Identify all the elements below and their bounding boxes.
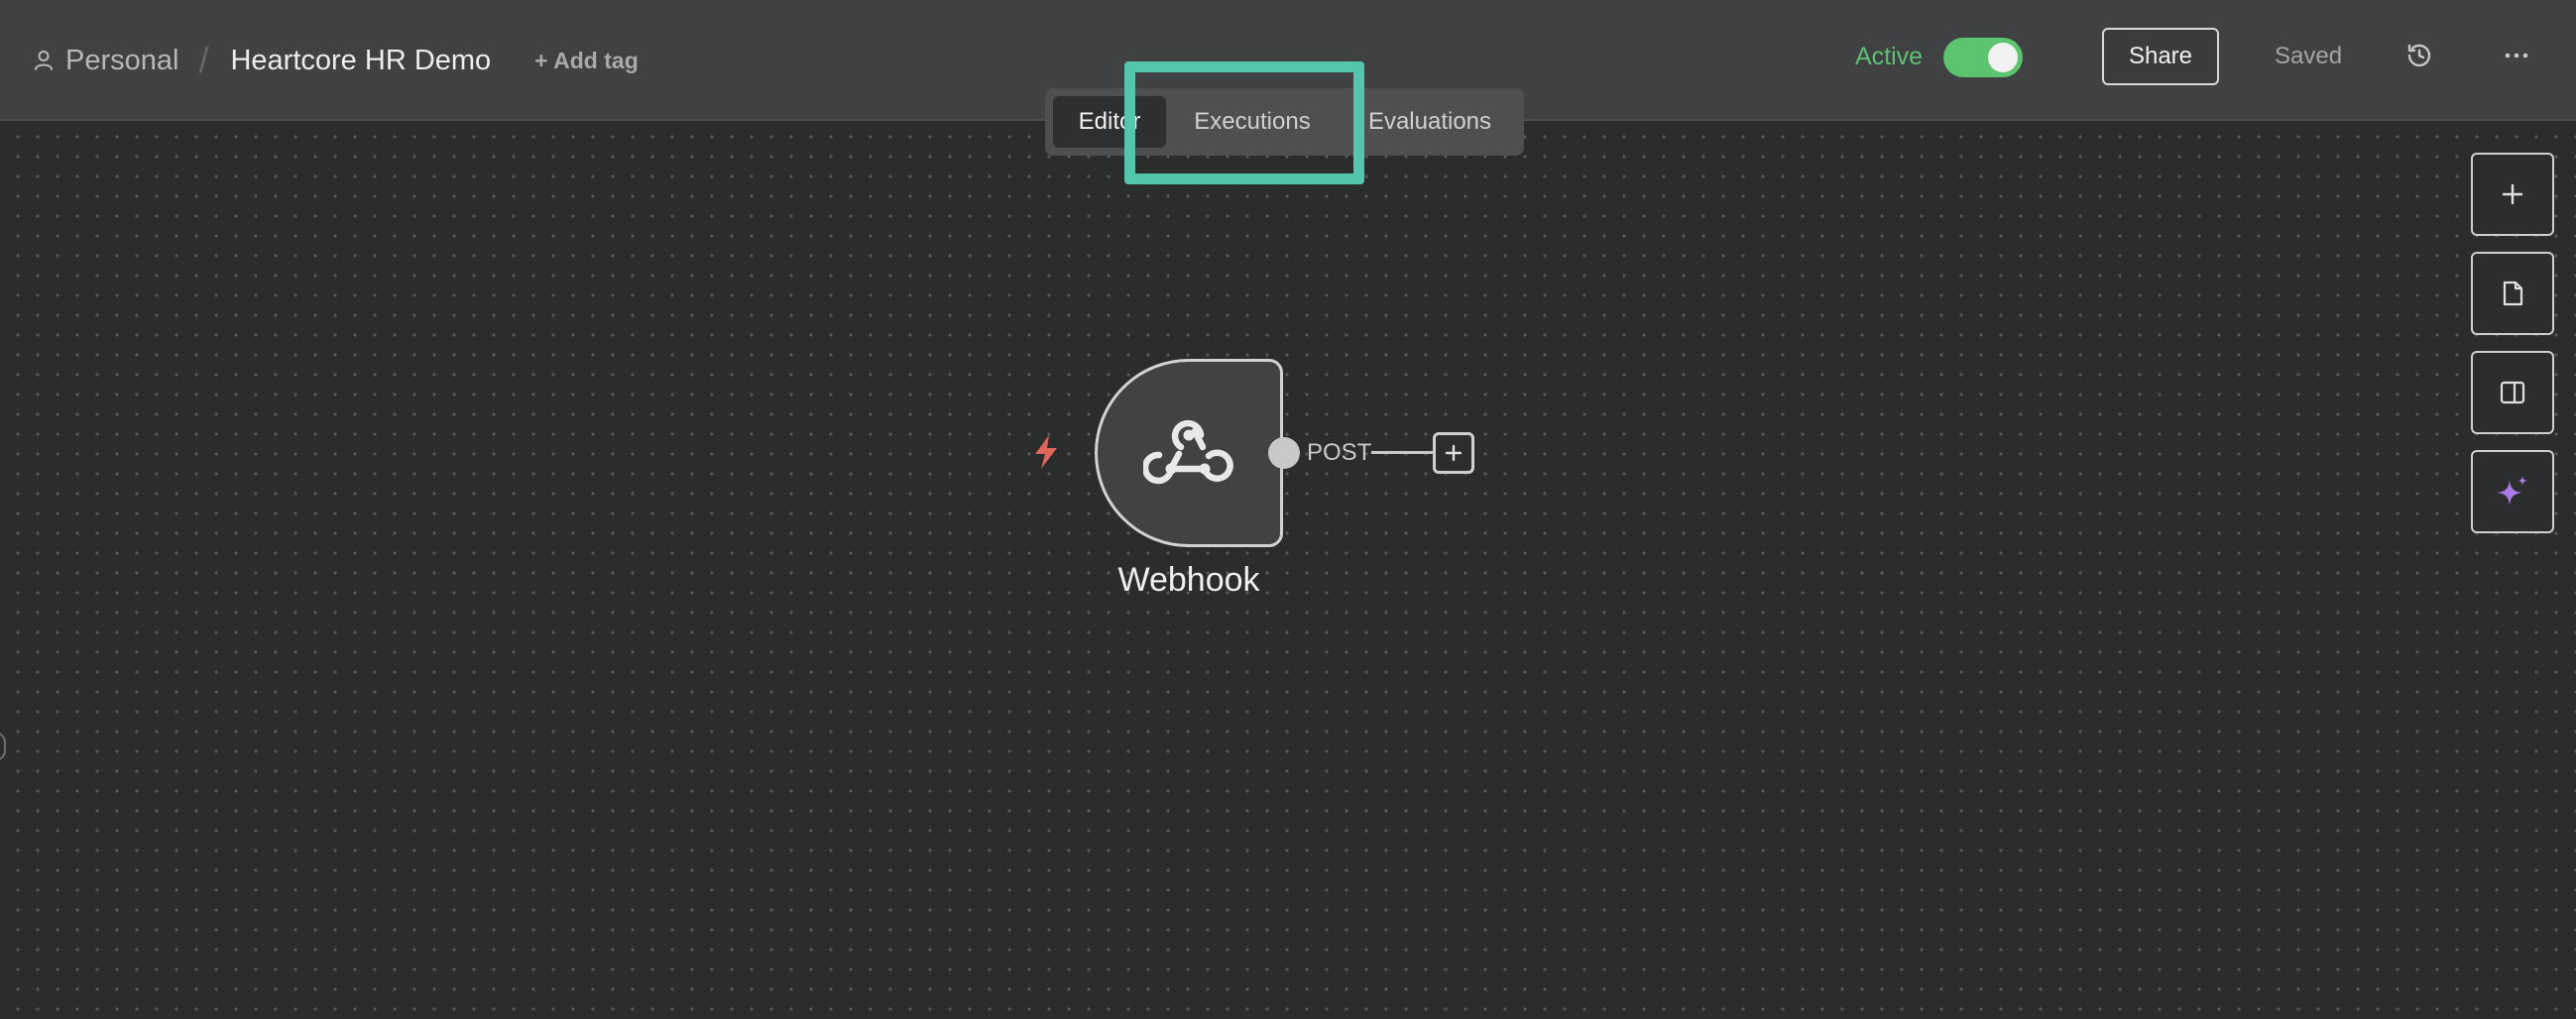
- share-button[interactable]: Share: [2102, 28, 2219, 85]
- left-panel-handle[interactable]: [0, 732, 6, 761]
- sticky-note-icon: [2503, 281, 2523, 306]
- plus-icon: [1445, 444, 1463, 462]
- more-options-button[interactable]: [2499, 38, 2534, 73]
- panel-toggle-icon: [2500, 381, 2525, 404]
- add-tag-button[interactable]: + Add tag: [534, 48, 639, 74]
- add-node-toolbar-button[interactable]: [2471, 153, 2554, 236]
- view-tabs: Editor Executions Evaluations: [1045, 88, 1524, 156]
- tab-editor[interactable]: Editor: [1053, 96, 1166, 148]
- saved-status: Saved: [2275, 43, 2343, 69]
- output-label: POST: [1307, 439, 1372, 466]
- user-icon: [35, 51, 53, 70]
- ai-sparkle-icon: [2497, 476, 2527, 506]
- active-label: Active: [1855, 43, 1924, 70]
- history-button[interactable]: [2401, 38, 2437, 73]
- breadcrumb-separator: /: [198, 40, 209, 80]
- history-icon: [2407, 44, 2431, 67]
- tab-evaluations[interactable]: Evaluations: [1347, 96, 1513, 148]
- node-name-label: Webhook: [1117, 561, 1260, 599]
- ellipsis-icon: [2505, 53, 2528, 58]
- add-next-node-button[interactable]: [1433, 432, 1474, 474]
- connection-line: [1371, 451, 1435, 454]
- project-name: Personal: [65, 44, 179, 76]
- plus-icon: [2502, 183, 2523, 205]
- breadcrumb-project[interactable]: Personal: [34, 45, 178, 77]
- breadcrumb: Personal / Heartcore HR Demo + Add tag: [34, 36, 639, 85]
- toggle-knob: [1988, 43, 2018, 72]
- workflow-name[interactable]: Heartcore HR Demo: [230, 45, 491, 77]
- panel-toggle-button[interactable]: [2471, 351, 2554, 434]
- sticky-note-button[interactable]: [2471, 252, 2554, 335]
- webhook-node[interactable]: [1095, 359, 1283, 547]
- active-toggle[interactable]: [1943, 38, 2023, 77]
- lightning-icon: [1035, 435, 1057, 469]
- output-handle[interactable]: [1268, 437, 1300, 469]
- tab-executions[interactable]: Executions: [1174, 96, 1331, 148]
- webhook-icon: [1143, 419, 1233, 485]
- ai-assistant-button[interactable]: [2471, 450, 2554, 533]
